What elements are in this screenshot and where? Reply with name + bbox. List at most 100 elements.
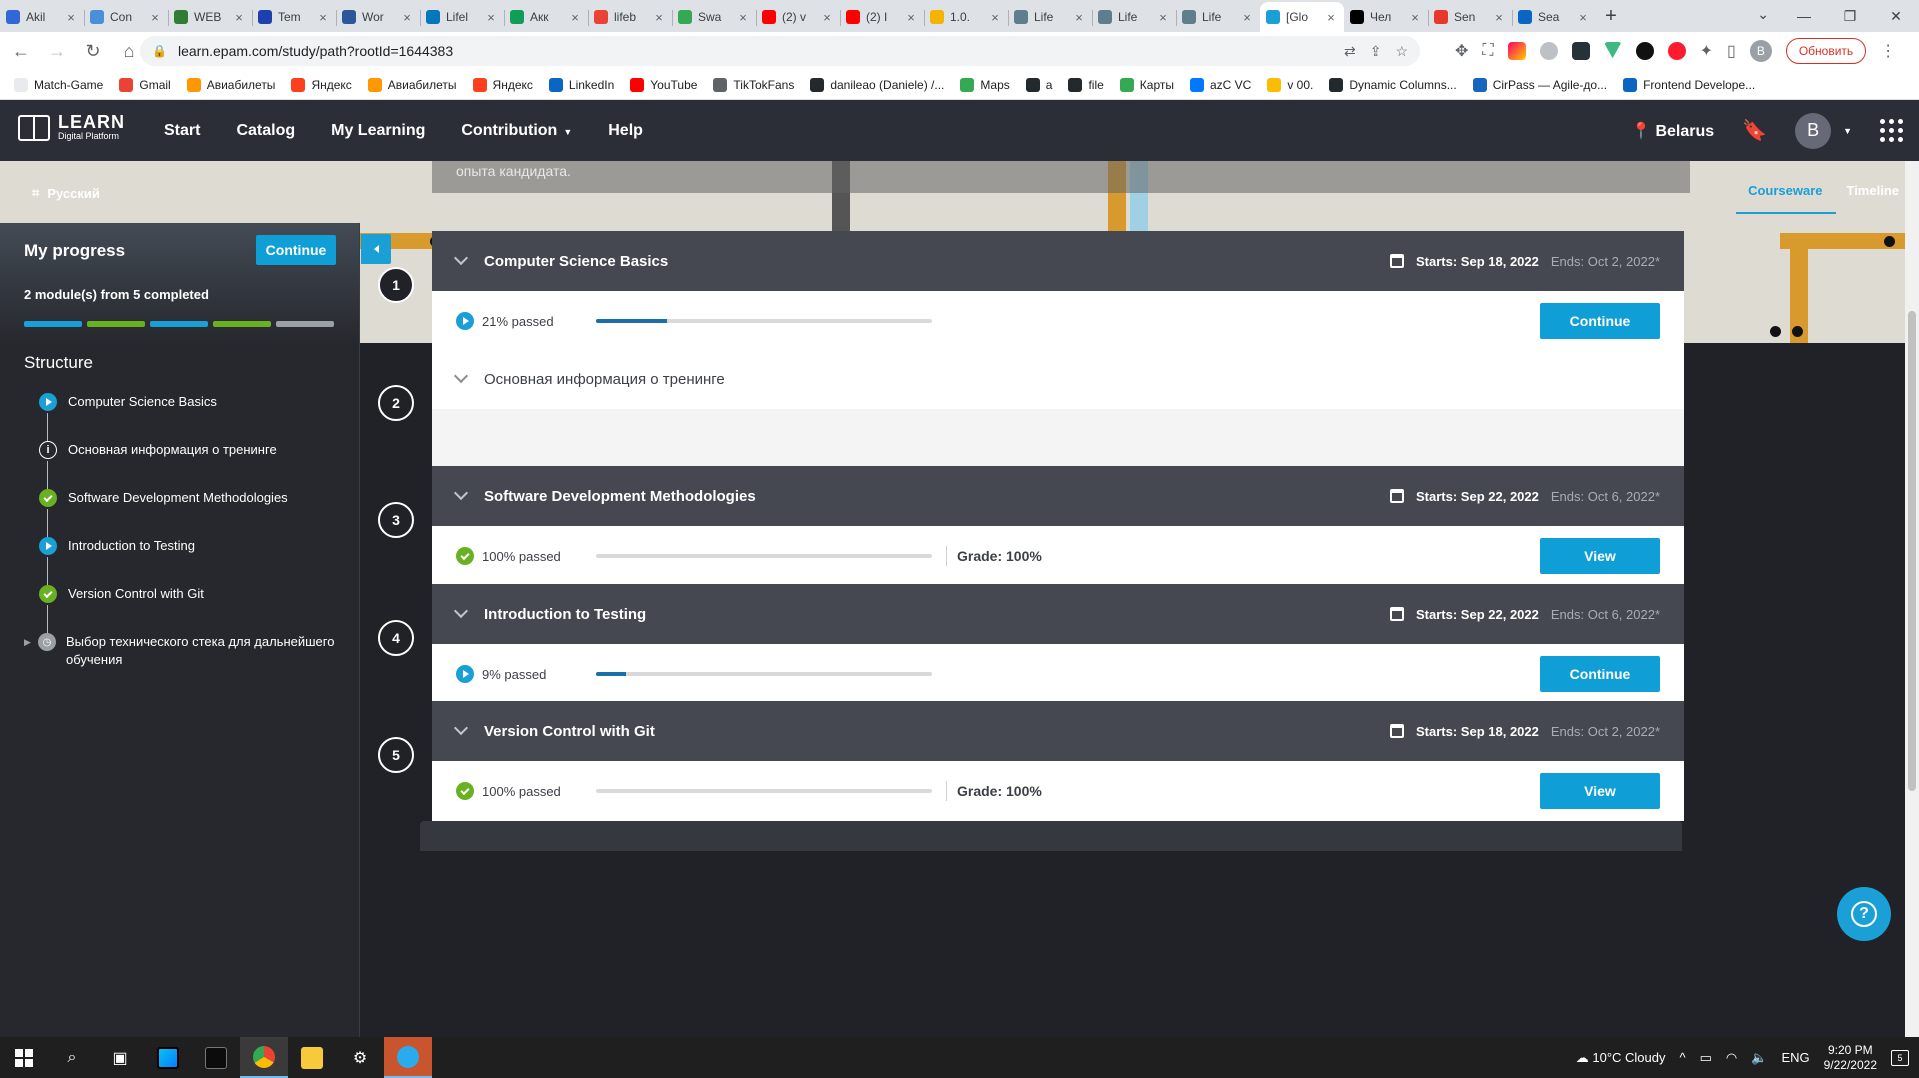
tab-search-icon[interactable]: ⌄ (1757, 6, 1769, 23)
bookmark-item[interactable]: Яндекс (291, 77, 352, 92)
chevron-down-icon[interactable] (453, 720, 469, 736)
browser-tab[interactable]: Life × (1008, 2, 1092, 32)
bookmark-item[interactable]: Maps (960, 77, 1010, 92)
chevron-down-icon[interactable] (453, 250, 469, 266)
browser-tab[interactable]: [Glo × (1260, 2, 1344, 32)
chevron-down-icon[interactable] (453, 368, 469, 384)
file-explorer-icon[interactable] (288, 1037, 336, 1078)
close-tab-icon[interactable]: × (1156, 10, 1170, 25)
sidebar-continue-button[interactable]: Continue (256, 235, 336, 265)
chrome-icon[interactable] (240, 1037, 288, 1078)
module-continue-button[interactable]: Continue (1540, 303, 1660, 339)
user-menu[interactable]: B ▼ (1795, 112, 1852, 149)
module-header[interactable]: Version Control with Git Starts: Sep 18, … (432, 701, 1684, 761)
address-bar[interactable]: 🔒 learn.epam.com/study/path?rootId=16443… (140, 36, 1420, 66)
bookmark-item[interactable]: Карты (1119, 77, 1174, 92)
browser-menu-icon[interactable]: ⋮ (1880, 41, 1896, 61)
extension-a-icon[interactable] (1635, 42, 1654, 60)
bookmark-item[interactable]: a (1025, 77, 1052, 92)
browser-tab[interactable]: Акк × (504, 2, 588, 32)
close-tab-icon[interactable]: × (988, 10, 1002, 25)
bookmark-item[interactable]: Авиабилеты (367, 77, 457, 92)
wifi-icon[interactable]: ◠ (1726, 1050, 1737, 1066)
bookmark-item[interactable]: YouTube (630, 77, 697, 92)
browser-tab[interactable]: Sea × (1512, 2, 1596, 32)
nav-start[interactable]: Start (164, 122, 200, 140)
module-header[interactable]: Introduction to Testing Starts: Sep 22, 2… (432, 584, 1684, 644)
module-continue-button[interactable]: Continue (1540, 656, 1660, 692)
translate-icon[interactable]: ⇄ (1344, 43, 1356, 60)
input-language[interactable]: ENG (1781, 1050, 1809, 1065)
bookmark-item[interactable]: CirPass — Agile-до... (1472, 77, 1607, 92)
close-tab-icon[interactable]: × (400, 10, 414, 25)
browser-tab[interactable]: Con × (84, 2, 168, 32)
apps-grid-icon[interactable] (1880, 119, 1903, 142)
structure-item[interactable]: ▶ ◷ Выбор технического стека для дальнейше… (24, 633, 338, 681)
browser-tab[interactable]: 1.0. × (924, 2, 1008, 32)
close-window-icon[interactable]: ✕ (1873, 0, 1919, 32)
module-header[interactable]: Computer Science Basics Starts: Sep 18, 2… (432, 231, 1684, 291)
bookmark-item[interactable]: danileao (Daniele) /... (810, 77, 944, 92)
structure-item[interactable]: Computer Science Basics (38, 393, 338, 441)
close-tab-icon[interactable]: × (148, 10, 162, 25)
module-header[interactable]: Software Development Methodologies Starts… (432, 466, 1684, 526)
collapse-sidebar-button[interactable] (361, 234, 391, 264)
terminal-icon[interactable] (192, 1037, 240, 1078)
module-view-button[interactable]: View (1540, 538, 1660, 574)
browser-tab[interactable]: Wor × (336, 2, 420, 32)
chevron-down-icon[interactable] (453, 485, 469, 501)
extension-opera-icon[interactable] (1667, 42, 1686, 60)
close-tab-icon[interactable]: × (316, 10, 330, 25)
settings-icon[interactable]: ⚙ (336, 1037, 384, 1078)
close-tab-icon[interactable]: × (1324, 10, 1338, 25)
tab-courseware[interactable]: Courseware (1735, 183, 1837, 214)
task-view-icon[interactable]: ▣ (96, 1037, 144, 1078)
search-icon[interactable]: ⌕ (48, 1037, 96, 1078)
extension-gray-icon[interactable] (1539, 42, 1558, 60)
browser-tab[interactable]: Life × (1092, 2, 1176, 32)
location-selector[interactable]: 📍 Belarus (1631, 121, 1714, 141)
browser-tab[interactable]: Sen × (1428, 2, 1512, 32)
bookmark-item[interactable]: Frontend Develope... (1623, 77, 1755, 92)
reload-icon[interactable]: ↻ (78, 36, 108, 66)
browser-tab[interactable]: WEB × (168, 2, 252, 32)
close-tab-icon[interactable]: × (820, 10, 834, 25)
battery-icon[interactable]: ▭ (1700, 1050, 1712, 1066)
clock[interactable]: 9:20 PM 9/22/2022 (1824, 1043, 1877, 1073)
bookmark-item[interactable]: azC VC (1189, 77, 1251, 92)
close-tab-icon[interactable]: × (904, 10, 918, 25)
close-tab-icon[interactable]: × (1072, 10, 1086, 25)
close-tab-icon[interactable]: × (1492, 10, 1506, 25)
webstorm-icon[interactable] (144, 1037, 192, 1078)
module-view-button[interactable]: View (1540, 773, 1660, 809)
bookmark-icon[interactable]: 🔖 (1742, 118, 1767, 143)
close-tab-icon[interactable]: × (232, 10, 246, 25)
bookmark-item[interactable]: Авиабилеты (186, 77, 275, 92)
structure-item[interactable]: Introduction to Testing (38, 537, 338, 585)
notifications-icon[interactable]: 5 (1891, 1049, 1909, 1066)
extension-move-icon[interactable]: ✥ (1455, 41, 1468, 61)
start-button[interactable] (0, 1037, 48, 1078)
nav-contribution[interactable]: Contribution ▼ (461, 122, 572, 140)
browser-tab[interactable]: Tem × (252, 2, 336, 32)
expand-arrow-icon[interactable]: ▶ (24, 637, 31, 648)
extension-gradient-icon[interactable] (1507, 42, 1526, 60)
nav-help[interactable]: Help (608, 122, 643, 140)
structure-item[interactable]: Version Control with Git (38, 585, 338, 633)
extension-dark-icon[interactable] (1571, 42, 1590, 60)
weather-widget[interactable]: ☁ 10°C Cloudy (1576, 1050, 1666, 1066)
tray-chevron-icon[interactable]: ^ (1680, 1050, 1686, 1065)
browser-tab[interactable]: (2) v × (756, 2, 840, 32)
extensions-puzzle-icon[interactable]: ✦ (1700, 41, 1713, 61)
close-tab-icon[interactable]: × (1576, 10, 1590, 25)
close-tab-icon[interactable]: × (1240, 10, 1254, 25)
browser-tab[interactable]: Swa × (672, 2, 756, 32)
close-tab-icon[interactable]: × (652, 10, 666, 25)
help-button[interactable]: ? (1837, 887, 1891, 941)
module-header[interactable]: Основная информация о тренинге (432, 349, 1684, 409)
page-scrollbar[interactable] (1905, 161, 1919, 1037)
structure-item[interactable]: Software Development Methodologies (38, 489, 338, 537)
telegram-icon[interactable] (384, 1037, 432, 1078)
browser-tab[interactable]: Lifel × (420, 2, 504, 32)
bookmark-item[interactable]: Gmail (119, 77, 171, 92)
